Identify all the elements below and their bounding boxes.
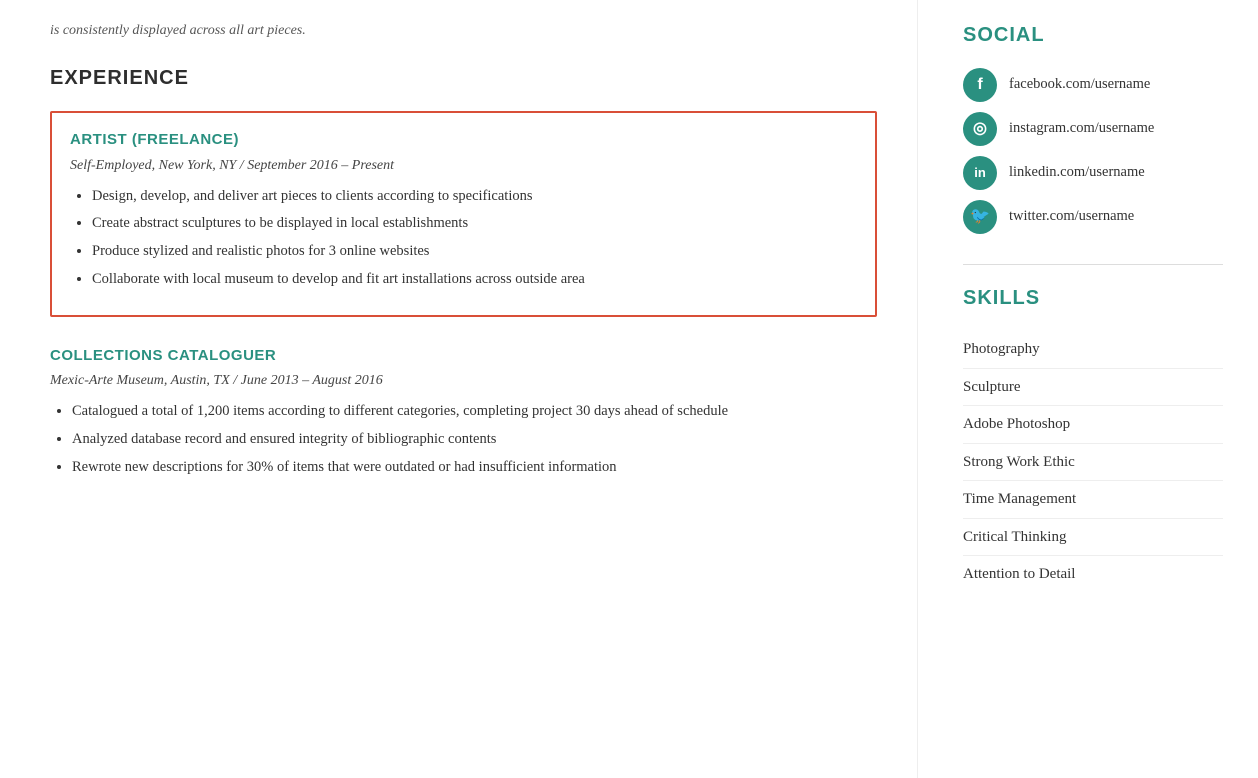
social-label-facebook: facebook.com/username	[1009, 74, 1150, 96]
skill-item: Time Management	[963, 481, 1223, 519]
social-heading: SOCIAL	[963, 20, 1223, 50]
experience-heading: EXPERIENCE	[50, 63, 877, 93]
right-column: SOCIAL f facebook.com/username ◎ instagram.…	[918, 0, 1258, 778]
bullet-item: Design, develop, and deliver art pieces …	[92, 186, 857, 208]
facebook-icon: f	[963, 68, 997, 102]
bullet-item: Catalogued a total of 1,200 items accord…	[72, 401, 877, 423]
bullet-item: Create abstract sculptures to be display…	[92, 213, 857, 235]
social-item-instagram: ◎ instagram.com/username	[963, 112, 1223, 146]
bullet-item: Collaborate with local museum to develop…	[92, 269, 857, 291]
social-label-twitter: twitter.com/username	[1009, 206, 1134, 228]
skill-item: Sculpture	[963, 369, 1223, 407]
social-label-linkedin: linkedin.com/username	[1009, 162, 1145, 184]
social-item-linkedin: in linkedin.com/username	[963, 156, 1223, 190]
skills-divider	[963, 264, 1223, 265]
job-title-artist-freelance: ARTIST (FREELANCE)	[70, 129, 857, 152]
experience-entry-artist-freelance: ARTIST (FREELANCE) Self-Employed, New Yor…	[50, 111, 877, 317]
bullet-item: Produce stylized and realistic photos fo…	[92, 241, 857, 263]
job-meta-artist-freelance: Self-Employed, New York, NY / September …	[70, 155, 857, 176]
job-title-collections-cataloguer: COLLECTIONS CATALOGUER	[50, 345, 877, 368]
bullet-item: Analyzed database record and ensured int…	[72, 429, 877, 451]
social-label-instagram: instagram.com/username	[1009, 118, 1154, 140]
skill-item: Photography	[963, 331, 1223, 369]
skills-list: PhotographySculptureAdobe PhotoshopStron…	[963, 331, 1223, 593]
experience-entry-collections-cataloguer: COLLECTIONS CATALOGUERMexic-Arte Museum,…	[50, 345, 877, 479]
social-list: f facebook.com/username ◎ instagram.com/use…	[963, 68, 1223, 234]
linkedin-icon: in	[963, 156, 997, 190]
top-text: is consistently displayed across all art…	[50, 20, 877, 41]
social-item-facebook: f facebook.com/username	[963, 68, 1223, 102]
bullet-list-artist-freelance: Design, develop, and deliver art pieces …	[70, 186, 857, 291]
jobs-container: ARTIST (FREELANCE) Self-Employed, New Yor…	[50, 111, 877, 478]
skill-item: Critical Thinking	[963, 519, 1223, 557]
twitter-icon: 🐦	[963, 200, 997, 234]
skills-heading: SKILLS	[963, 283, 1223, 313]
skill-item: Attention to Detail	[963, 556, 1223, 593]
social-item-twitter: 🐦 twitter.com/username	[963, 200, 1223, 234]
instagram-icon: ◎	[963, 112, 997, 146]
skill-item: Adobe Photoshop	[963, 406, 1223, 444]
bullet-list-collections-cataloguer: Catalogued a total of 1,200 items accord…	[50, 401, 877, 478]
job-meta-collections-cataloguer: Mexic-Arte Museum, Austin, TX / June 201…	[50, 370, 877, 391]
left-column: is consistently displayed across all art…	[0, 0, 918, 778]
bullet-item: Rewrote new descriptions for 30% of item…	[72, 457, 877, 479]
skill-item: Strong Work Ethic	[963, 444, 1223, 482]
